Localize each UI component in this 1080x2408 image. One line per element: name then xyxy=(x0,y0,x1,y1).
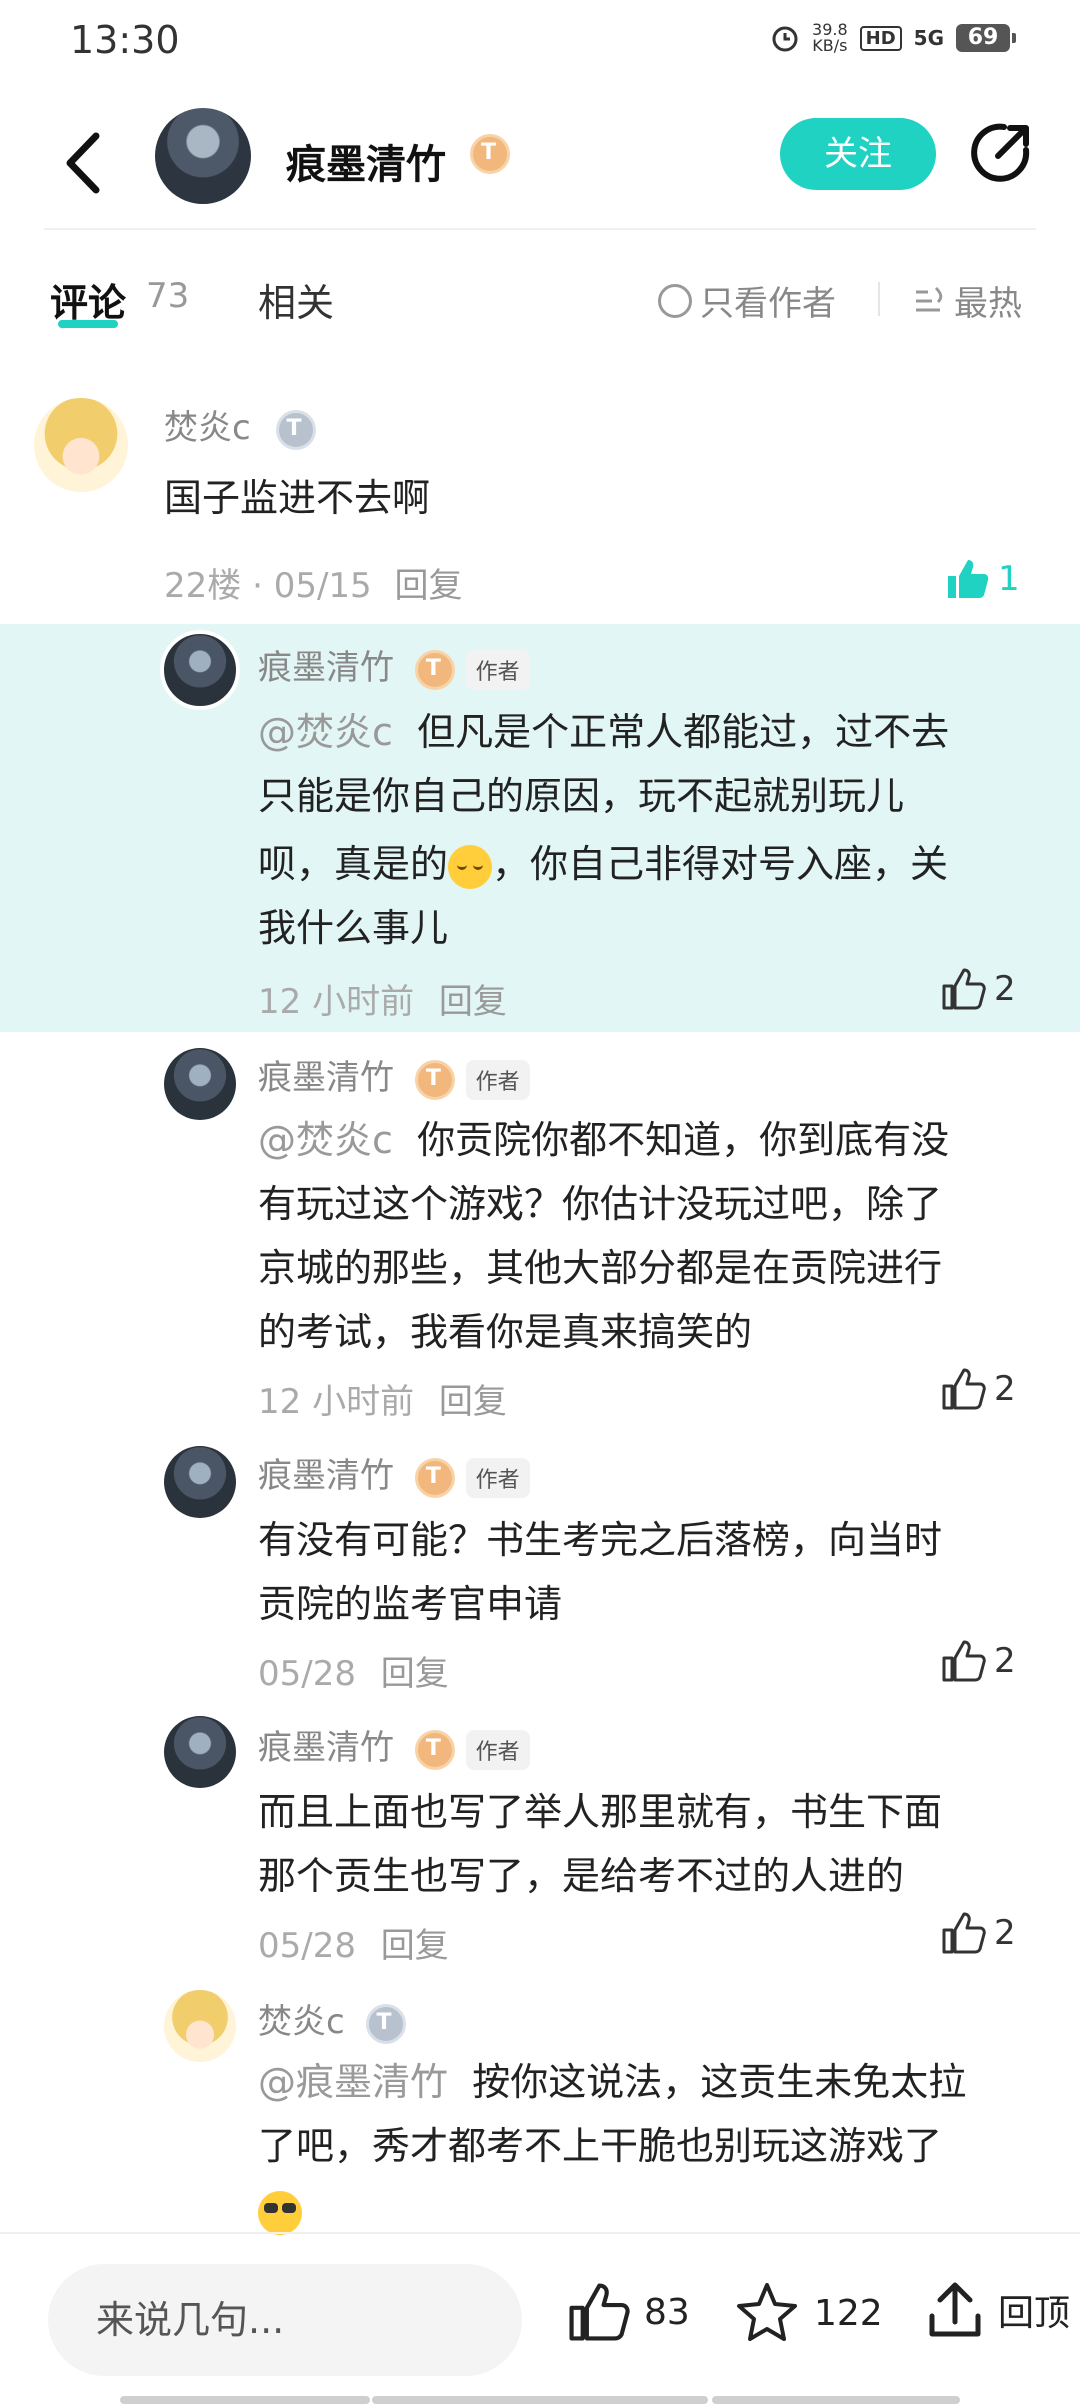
follow-button[interactable]: 关注 xyxy=(780,118,936,190)
author-avatar[interactable] xyxy=(155,108,251,204)
commenter-name[interactable]: 痕墨清竹 T 作者 xyxy=(258,1448,530,1498)
mention-link[interactable]: @痕墨清竹 xyxy=(258,2060,448,2104)
comment-meta: 05/28 回复 xyxy=(258,1926,449,1966)
commenter-avatar[interactable] xyxy=(164,1716,236,1788)
status-bar: 13:30 39.8 KB/s HD 5G 69 xyxy=(0,0,1080,82)
tab-related[interactable]: 相关 xyxy=(258,272,334,327)
level-badge-icon: T xyxy=(365,2003,406,2044)
author-only-toggle[interactable]: 只看作者 xyxy=(658,276,836,325)
comment-text: @焚炎c 你贡院你都不知道，你到底有没 有玩过这个游戏？你估计没玩过吧，除了 京… xyxy=(258,1118,950,1354)
thumbs-up-icon xyxy=(942,1912,986,1954)
status-time: 13:30 xyxy=(70,18,180,62)
commenter-avatar[interactable] xyxy=(160,630,240,710)
comment-count: 73 xyxy=(146,276,190,316)
sort-hot-button[interactable]: 最热 xyxy=(912,276,1022,325)
commenter-avatar[interactable] xyxy=(164,1446,236,1518)
bottom-divider xyxy=(0,2232,1080,2234)
comment-text: 有没有可能？书生考完之后落榜，向当时 贡院的监考官申请 xyxy=(258,1518,943,1626)
commenter-avatar[interactable] xyxy=(34,398,128,492)
hd-icon: HD xyxy=(859,25,902,51)
reply-button[interactable]: 回复 xyxy=(439,982,507,1022)
commenter-name[interactable]: 痕墨清竹 T 作者 xyxy=(258,640,530,690)
author-tag: 作者 xyxy=(465,1729,530,1770)
reply-button[interactable]: 回复 xyxy=(381,1654,449,1694)
back-arrow-icon[interactable] xyxy=(56,128,116,198)
comment-meta: 22楼 · 05/15 回复 xyxy=(164,566,463,606)
post-header: 痕墨清竹 T 关注 xyxy=(0,100,1080,230)
gesture-bar xyxy=(372,2396,708,2404)
reply-button[interactable]: 回复 xyxy=(439,1382,507,1422)
thumbs-up-icon xyxy=(569,2283,630,2341)
comment-text: 国子监进不去啊 xyxy=(164,476,431,520)
like-button[interactable]: 2 xyxy=(940,1366,1016,1412)
thumbs-up-icon xyxy=(942,968,986,1010)
thumbs-up-icon xyxy=(942,1368,986,1410)
header-divider xyxy=(44,228,1036,230)
status-icons: 39.8 KB/s HD 5G 69 xyxy=(770,20,1016,55)
mention-link[interactable]: @焚炎c xyxy=(258,1118,393,1162)
commenter-name[interactable]: 痕墨清竹 T 作者 xyxy=(258,1050,530,1100)
share-icon[interactable] xyxy=(968,120,1034,186)
commenter-name[interactable]: 焚炎c T xyxy=(164,400,316,450)
signal-icon: 5G xyxy=(913,26,944,50)
like-button[interactable]: 1 xyxy=(944,556,1020,602)
battery-icon: 69 xyxy=(956,24,1016,52)
smile-emoji-icon xyxy=(448,844,493,889)
level-badge-icon: T xyxy=(275,409,316,450)
level-badge-icon: T xyxy=(470,134,510,174)
star-icon xyxy=(737,2283,797,2341)
commenter-avatar[interactable] xyxy=(164,1990,236,2062)
level-badge-icon: T xyxy=(414,1457,455,1498)
mention-link[interactable]: @焚炎c xyxy=(258,710,393,754)
active-tab-indicator xyxy=(58,320,118,328)
comment-text: @痕墨清竹 按你这说法，这贡生未免太拉 了吧，秀才都考不上干脆也别玩这游戏了 xyxy=(258,2050,966,2242)
commenter-name[interactable]: 痕墨清竹 T 作者 xyxy=(258,1720,530,1770)
upload-arrow-icon xyxy=(929,2282,981,2337)
comment-input[interactable]: 来说几句... xyxy=(48,2264,522,2376)
reply-button[interactable]: 回复 xyxy=(395,566,463,606)
tab-comments[interactable]: 评论 xyxy=(50,272,126,327)
tab-separator xyxy=(878,282,880,316)
commenter-name[interactable]: 焚炎c T xyxy=(258,1994,406,2044)
sort-icon xyxy=(916,286,943,311)
level-badge-icon: T xyxy=(414,1729,455,1770)
thumbs-up-filled-icon xyxy=(948,560,989,598)
post-like-button[interactable]: 83 xyxy=(566,2280,690,2344)
alarm-icon xyxy=(772,26,798,52)
thumbs-up-icon xyxy=(942,1640,986,1682)
author-name[interactable]: 痕墨清竹 xyxy=(286,132,446,190)
like-button[interactable]: 2 xyxy=(940,966,1016,1012)
level-badge-icon: T xyxy=(414,649,455,690)
like-button[interactable]: 2 xyxy=(940,1638,1016,1684)
author-tag: 作者 xyxy=(465,649,530,690)
commenter-avatar[interactable] xyxy=(164,1048,236,1120)
comment-text: @焚炎c 但凡是个正常人都能过，过不去 只能是你自己的原因，玩不起就别玩儿 呗，… xyxy=(258,710,950,950)
net-speed: 39.8 KB/s xyxy=(812,20,848,55)
radio-icon xyxy=(658,283,692,318)
gesture-bar xyxy=(712,2396,960,2404)
level-badge-icon: T xyxy=(414,1059,455,1100)
author-tag: 作者 xyxy=(465,1059,530,1100)
gesture-bar xyxy=(120,2396,370,2404)
comment-meta: 12 小时前 回复 xyxy=(258,982,507,1022)
comment-meta: 12 小时前 回复 xyxy=(258,1382,507,1422)
like-button[interactable]: 2 xyxy=(940,1910,1016,1956)
author-tag: 作者 xyxy=(465,1457,530,1498)
comment-text: 而且上面也写了举人那里就有，书生下面 那个贡生也写了，是给考不过的人进的 xyxy=(258,1790,943,1898)
reply-button[interactable]: 回复 xyxy=(381,1926,449,1966)
favorite-button[interactable]: 122 xyxy=(734,2280,883,2346)
back-to-top-button[interactable]: 回顶 xyxy=(926,2280,1070,2340)
comment-meta: 05/28 回复 xyxy=(258,1654,449,1694)
cool-emoji-icon xyxy=(258,2190,302,2235)
comment-tabs: 评论 73 相关 只看作者 最热 xyxy=(0,262,1080,342)
